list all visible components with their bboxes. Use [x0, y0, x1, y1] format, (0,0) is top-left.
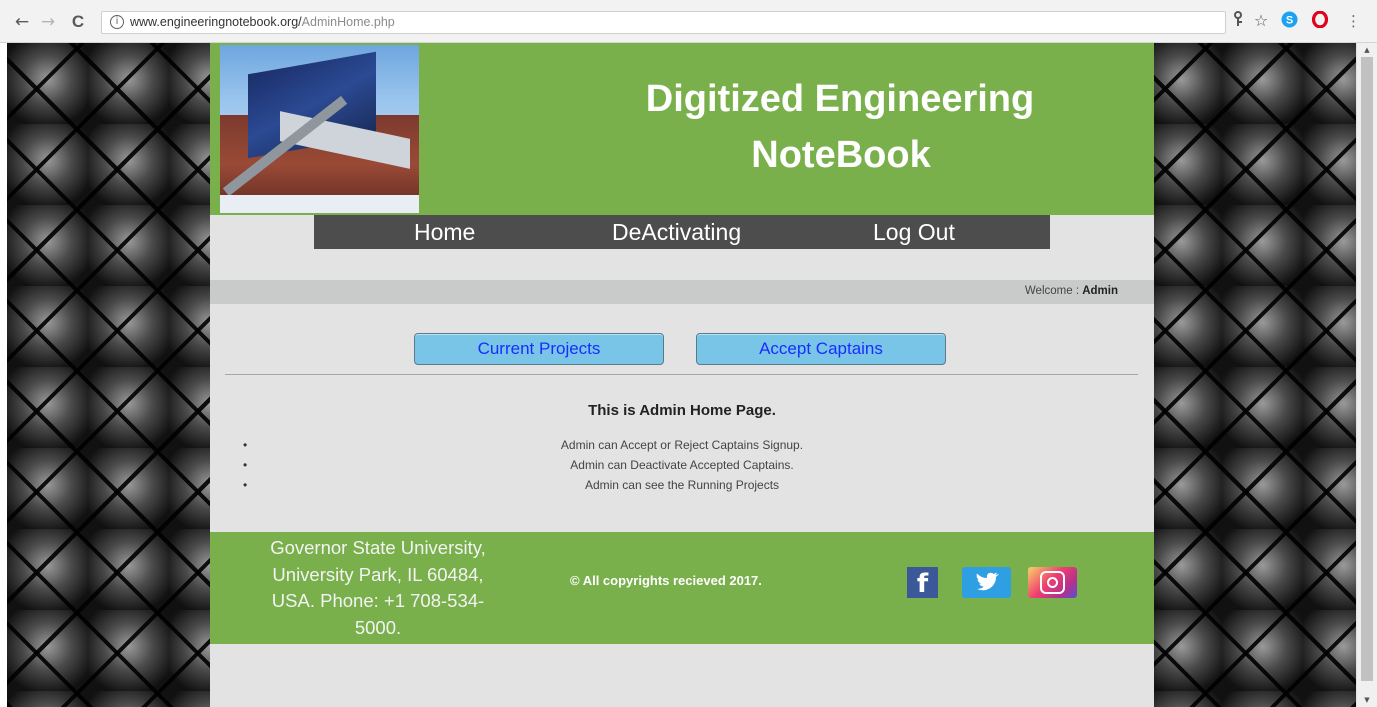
url-text: www.engineeringnotebook.org/AdminHome.ph…: [130, 15, 395, 29]
feature-list: • Admin can Accept or Reject Captains Sig…: [210, 435, 1154, 495]
menu-item-logout[interactable]: Log Out: [873, 218, 955, 246]
building-photo: [220, 45, 419, 213]
list-item-text: Admin can Accept or Reject Captains Sign…: [560, 438, 804, 452]
list-item-text: Admin can see the Running Projects: [584, 478, 780, 492]
menu-icon[interactable]: ⋮: [1346, 11, 1361, 31]
url-host: www.engineeringnotebook.org/: [130, 15, 302, 29]
site-header: Digitized Engineering NoteBook: [210, 43, 1154, 215]
twitter-icon[interactable]: [962, 567, 1011, 598]
browser-toolbar: ← → C i www.engineeringnotebook.org/Admi…: [0, 0, 1377, 43]
forward-icon[interactable]: →: [38, 12, 58, 32]
list-item: • Admin can Deactivate Accepted Captains.: [243, 458, 794, 472]
copyright-text: © All copyrights recieved 2017.: [570, 573, 762, 588]
list-item-text: Admin can Deactivate Accepted Captains.: [570, 458, 794, 472]
address-line-3: USA. Phone: +1 708-534-: [271, 590, 485, 611]
list-item: • Admin can see the Running Projects: [243, 478, 780, 492]
reload-icon[interactable]: C: [68, 12, 88, 32]
list-item: • Admin can Accept or Reject Captains Sig…: [243, 438, 804, 452]
back-icon[interactable]: ←: [12, 12, 32, 32]
svg-text:S: S: [1285, 15, 1292, 27]
main-menu: Home DeActivating Log Out: [314, 215, 1050, 249]
welcome-bar: Welcome : Admin: [210, 280, 1154, 304]
menu-item-home[interactable]: Home: [414, 218, 475, 246]
scroll-thumb[interactable]: [1361, 57, 1373, 681]
address-line-2: University Park, IL 60484,: [272, 563, 484, 585]
url-path: AdminHome.php: [301, 15, 395, 29]
footer-address: Governor State University, University Pa…: [256, 535, 500, 641]
current-projects-button[interactable]: Current Projects: [414, 333, 664, 365]
address-line-4: 5000.: [354, 616, 402, 638]
scroll-up-icon[interactable]: ▲: [1357, 46, 1377, 54]
accept-captains-button[interactable]: Accept Captains: [696, 333, 946, 365]
opera-icon[interactable]: [1311, 10, 1329, 31]
menu-item-deactivating[interactable]: DeActivating: [612, 218, 741, 246]
star-icon[interactable]: ☆: [1252, 11, 1270, 31]
welcome-text: Welcome : Admin: [1025, 285, 1118, 297]
welcome-user: Admin: [1082, 285, 1118, 297]
vertical-scrollbar[interactable]: ▲ ▼: [1356, 43, 1377, 707]
address-line-1: Governor State University,: [270, 537, 486, 558]
skype-icon[interactable]: S: [1280, 11, 1298, 31]
address-bar[interactable]: i www.engineeringnotebook.org/AdminHome.…: [101, 11, 1226, 34]
site-footer: Governor State University, University Pa…: [210, 532, 1154, 644]
site-container: Digitized Engineering NoteBook Home DeAc…: [210, 43, 1154, 707]
site-title: Digitized Engineering NoteBook: [590, 71, 1090, 183]
divider: [225, 374, 1138, 375]
info-icon[interactable]: i: [110, 15, 124, 29]
welcome-label: Welcome :: [1024, 285, 1083, 297]
scroll-down-icon[interactable]: ▼: [1357, 696, 1377, 704]
content-heading: This is Admin Home Page.: [588, 402, 776, 419]
instagram-icon[interactable]: [1028, 567, 1077, 598]
key-icon[interactable]: [1231, 11, 1245, 31]
facebook-icon[interactable]: f: [907, 567, 938, 599]
site-title-line-2: NoteBook: [751, 134, 931, 176]
site-title-line-1: Digitized Engineering: [645, 78, 1035, 120]
